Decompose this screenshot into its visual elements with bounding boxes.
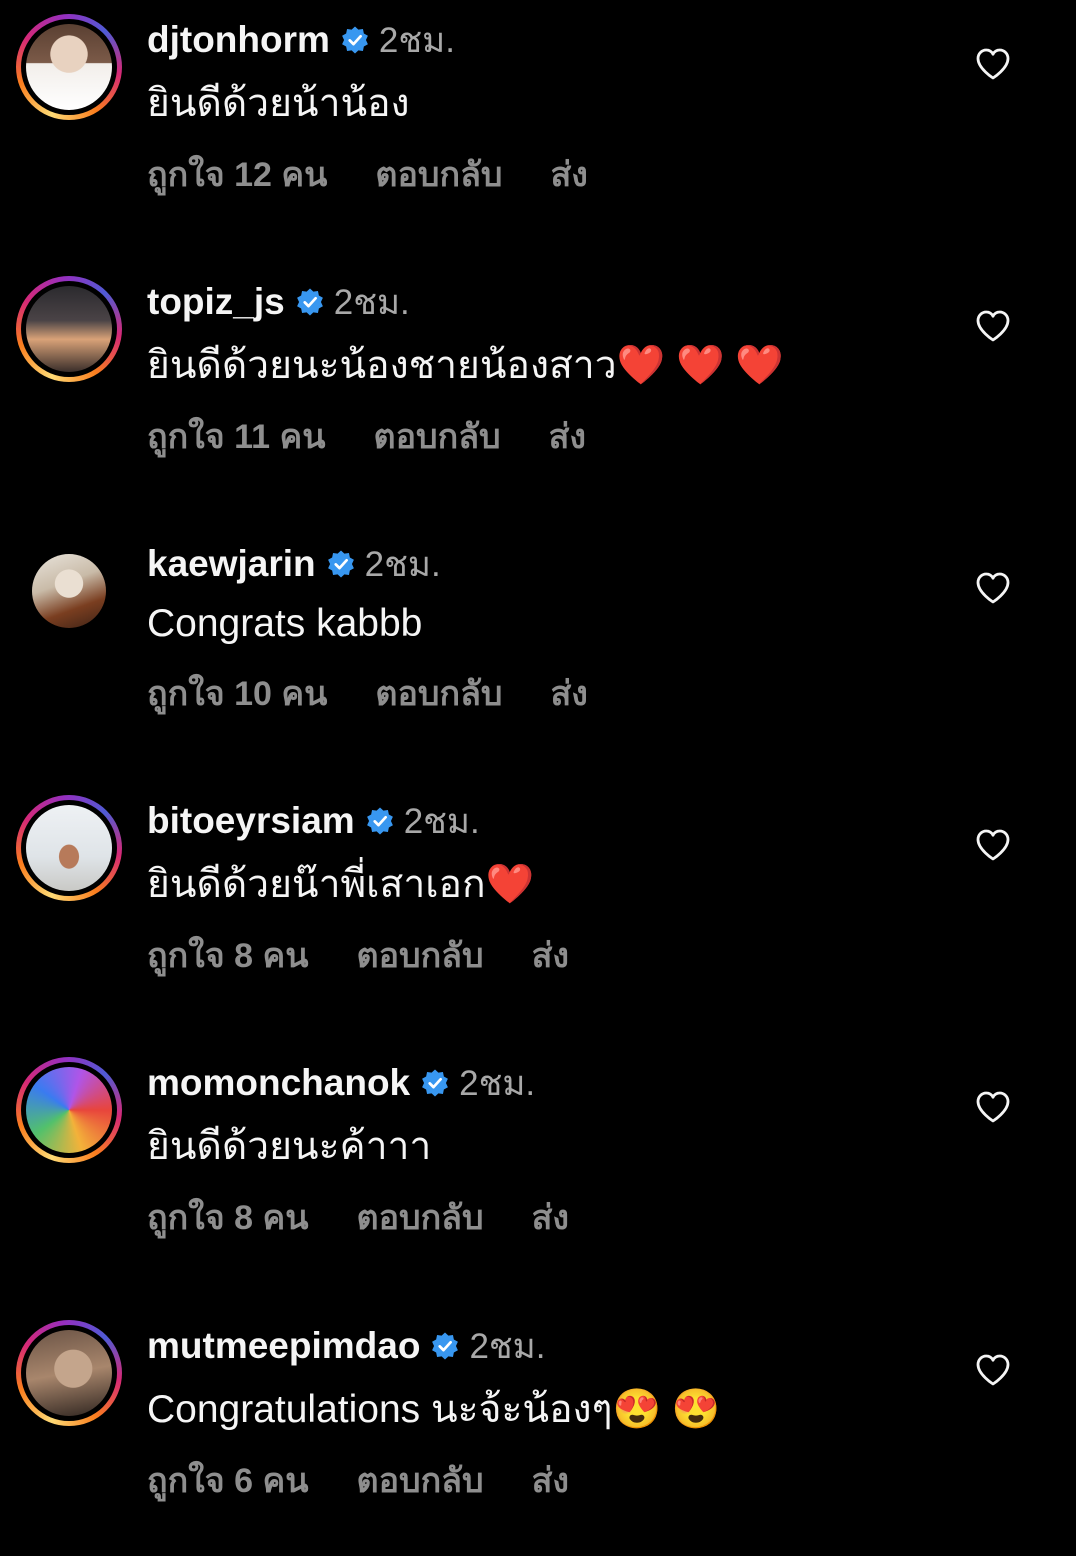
- comment-item: djtonhorm 2ชม. ยินดีด้วยน้าน้อง ถูกใจ 12…: [0, 0, 1076, 250]
- comment-time: 2ชม.: [378, 20, 455, 60]
- comment-time: 2ชม.: [403, 801, 480, 841]
- verified-badge-icon: [420, 1068, 450, 1098]
- reply-button[interactable]: ตอบกลับ: [374, 409, 501, 463]
- reply-button[interactable]: ตอบกลับ: [375, 666, 502, 720]
- heart-outline-icon: [976, 572, 1010, 604]
- comment-time: 2ชม.: [333, 282, 410, 322]
- comment-header: kaewjarin 2ชม.: [147, 541, 441, 587]
- like-button[interactable]: [973, 825, 1013, 865]
- verified-badge-icon: [326, 549, 356, 579]
- send-button[interactable]: ส่ง: [532, 928, 569, 982]
- verified-badge-icon: [365, 806, 395, 836]
- likes-count[interactable]: ถูกใจ 6 คน: [147, 1453, 308, 1507]
- comment-text: Congrats kabbb: [147, 602, 423, 645]
- likes-count[interactable]: ถูกใจ 12 คน: [147, 147, 327, 201]
- comment-time: 2ชม.: [469, 1326, 546, 1366]
- reply-button[interactable]: ตอบกลับ: [356, 1453, 483, 1507]
- like-button[interactable]: [973, 44, 1013, 84]
- comment-time: 2ชม.: [364, 544, 441, 584]
- like-button[interactable]: [973, 306, 1013, 346]
- send-button[interactable]: ส่ง: [551, 147, 588, 201]
- comment-text: ยินดีด้วยนะน้องชายน้องสาว❤️ ❤️ ❤️: [147, 344, 784, 387]
- comment-item: bitoeyrsiam 2ชม. ยินดีด้วยน๊าพี่เสาเอก❤️…: [0, 781, 1076, 1031]
- avatar[interactable]: [16, 276, 122, 382]
- username[interactable]: topiz_js: [147, 281, 285, 323]
- comment-actions: ถูกใจ 12 คน ตอบกลับ ส่ง: [147, 149, 588, 199]
- likes-count[interactable]: ถูกใจ 8 คน: [147, 928, 308, 982]
- avatar[interactable]: [16, 1057, 122, 1163]
- heart-outline-icon: [976, 1354, 1010, 1386]
- reply-button[interactable]: ตอบกลับ: [356, 1190, 483, 1244]
- avatar-image: [26, 1330, 112, 1416]
- comment-item: kaewjarin 2ชม. Congrats kabbb ถูกใจ 10 ค…: [0, 524, 1076, 774]
- comment-actions: ถูกใจ 11 คน ตอบกลับ ส่ง: [147, 411, 586, 461]
- comment-item: topiz_js 2ชม. ยินดีด้วยนะน้องชายน้องสาว❤…: [0, 262, 1076, 512]
- verified-badge-icon: [430, 1331, 460, 1361]
- comment-header: mutmeepimdao 2ชม.: [147, 1323, 545, 1369]
- comment-header: topiz_js 2ชม.: [147, 279, 410, 325]
- comment-actions: ถูกใจ 8 คน ตอบกลับ ส่ง: [147, 930, 569, 980]
- send-button[interactable]: ส่ง: [532, 1190, 569, 1244]
- avatar-image: [26, 286, 112, 372]
- likes-count[interactable]: ถูกใจ 10 คน: [147, 666, 327, 720]
- username[interactable]: bitoeyrsiam: [147, 800, 355, 842]
- avatar-image: [26, 1067, 112, 1153]
- likes-count[interactable]: ถูกใจ 8 คน: [147, 1190, 308, 1244]
- username[interactable]: kaewjarin: [147, 543, 316, 585]
- avatar[interactable]: [16, 795, 122, 901]
- like-button[interactable]: [973, 1350, 1013, 1390]
- like-button[interactable]: [973, 1087, 1013, 1127]
- comment-item: momonchanok 2ชม. ยินดีด้วยนะค้าาา ถูกใจ …: [0, 1043, 1076, 1293]
- comment-time: 2ชม.: [459, 1063, 536, 1103]
- username[interactable]: momonchanok: [147, 1062, 410, 1104]
- send-button[interactable]: ส่ง: [551, 666, 588, 720]
- avatar-image: [26, 805, 112, 891]
- avatar[interactable]: [16, 1320, 122, 1426]
- reply-button[interactable]: ตอบกลับ: [375, 147, 502, 201]
- verified-badge-icon: [340, 25, 370, 55]
- comment-header: momonchanok 2ชม.: [147, 1060, 535, 1106]
- comment-text: ยินดีด้วยนะค้าาา: [147, 1125, 432, 1168]
- reply-button[interactable]: ตอบกลับ: [356, 928, 483, 982]
- avatar[interactable]: [16, 538, 122, 644]
- likes-count[interactable]: ถูกใจ 11 คน: [147, 409, 326, 463]
- avatar-image: [32, 554, 106, 628]
- like-button[interactable]: [973, 568, 1013, 608]
- comment-text: ยินดีด้วยน๊าพี่เสาเอก❤️: [147, 863, 535, 906]
- comment-header: djtonhorm 2ชม.: [147, 17, 455, 63]
- username[interactable]: djtonhorm: [147, 19, 330, 61]
- heart-outline-icon: [976, 829, 1010, 861]
- send-button[interactable]: ส่ง: [532, 1453, 569, 1507]
- comment-actions: ถูกใจ 8 คน ตอบกลับ ส่ง: [147, 1192, 569, 1242]
- comment-header: bitoeyrsiam 2ชม.: [147, 798, 480, 844]
- comment-actions: ถูกใจ 6 คน ตอบกลับ ส่ง: [147, 1455, 569, 1505]
- comment-actions: ถูกใจ 10 คน ตอบกลับ ส่ง: [147, 668, 588, 718]
- comment-item: mutmeepimdao 2ชม. Congratulations นะจ้ะน…: [0, 1306, 1076, 1556]
- send-button[interactable]: ส่ง: [549, 409, 586, 463]
- verified-badge-icon: [295, 287, 325, 317]
- avatar-image: [26, 24, 112, 110]
- heart-outline-icon: [976, 1091, 1010, 1123]
- avatar[interactable]: [16, 14, 122, 120]
- comment-text: ยินดีด้วยน้าน้อง: [147, 82, 410, 125]
- comment-text: Congratulations นะจ้ะน้องๆ😍 😍: [147, 1388, 721, 1431]
- heart-outline-icon: [976, 310, 1010, 342]
- heart-outline-icon: [976, 48, 1010, 80]
- username[interactable]: mutmeepimdao: [147, 1325, 420, 1367]
